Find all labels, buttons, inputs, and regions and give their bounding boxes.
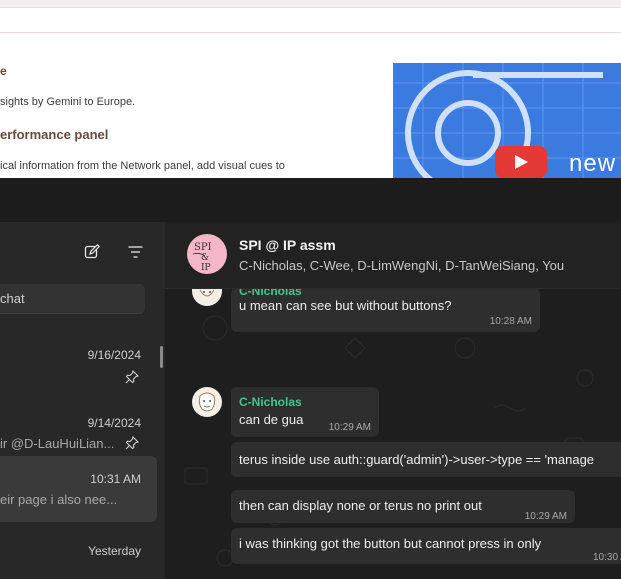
video-title-fragment: new (569, 150, 617, 177)
conversation-panel: SPI & IP SPI @ IP assm C-Nicholas, C-Wee… (165, 222, 621, 579)
browser-page: e sights by Gemini to Europe. erformance… (0, 0, 621, 178)
group-avatar[interactable]: SPI & IP (187, 234, 227, 274)
message-bubble[interactable]: i was thinking got the button but cannot… (231, 528, 621, 564)
chat-preview: ir @D-LauHuiLian... (0, 436, 115, 451)
chat-list-item[interactable]: 9/16/2024 (0, 324, 157, 390)
sidebar-scrollbar[interactable] (160, 346, 163, 368)
message-text: can de gua (239, 412, 304, 427)
message-time: 10:30 A (593, 552, 621, 563)
message-text: i was thinking got the button but cannot… (239, 536, 542, 551)
article-heading-fragment: e (0, 64, 7, 78)
search-input[interactable]: chat (0, 284, 145, 314)
pin-icon (125, 436, 139, 450)
chat-list-item-selected[interactable]: 10:31 AM eir page i also nee... (0, 456, 157, 522)
group-avatar-drawing: SPI & IP (192, 242, 212, 273)
message-bubble[interactable]: C-Nicholas can de gua 10:29 AM (231, 387, 379, 437)
message-text: terus inside use auth::guard('admin')->u… (239, 452, 595, 467)
chat-date: Yesterday (88, 544, 141, 558)
svg-text:SPI: SPI (194, 242, 212, 253)
message-time: 10:28 AM (489, 316, 532, 327)
chat-preview: eir page i also nee... (0, 492, 118, 507)
chat-date: 9/14/2024 (87, 416, 141, 430)
message-sender: C-Nicholas (239, 395, 302, 409)
window-title-bar[interactable] (0, 178, 621, 222)
message-bubble[interactable]: C-Nicholas u mean can see but without bu… (231, 288, 540, 332)
group-name: SPI @ IP assm (239, 237, 336, 253)
message-time: 10:29 AM (328, 422, 371, 433)
article-subheading-fragment: erformance panel (0, 127, 109, 142)
pin-icon (125, 370, 139, 384)
page-divider (0, 32, 621, 33)
sender-avatar-drawing (198, 392, 216, 412)
video-thumbnail[interactable]: new (393, 63, 621, 178)
filter-icon[interactable] (128, 246, 143, 258)
message-bubble[interactable]: terus inside use auth::guard('admin')->u… (231, 442, 621, 477)
conversation-header[interactable]: SPI & IP SPI @ IP assm C-Nicholas, C-Wee… (165, 222, 621, 289)
group-members: C-Nicholas, C-Wee, D-LimWengNi, D-TanWei… (239, 258, 565, 273)
message-text: then can display none or terus no print … (239, 498, 482, 513)
sender-avatar[interactable] (192, 387, 222, 417)
message-text: u mean can see but without buttons? (239, 298, 452, 313)
whatsapp-window: chat 9/16/2024 9/14/2024 ir @D-LauHuiLia… (0, 178, 621, 579)
chat-date: 9/16/2024 (87, 348, 141, 362)
message-list: C-Nicholas u mean can see but without bu… (165, 288, 621, 579)
chat-date: 10:31 AM (90, 472, 141, 486)
chat-list-item[interactable]: Yesterday (0, 522, 157, 579)
article-text-fragment: sights by Gemini to Europe. (0, 96, 136, 108)
message-bubble[interactable]: then can display none or terus no print … (231, 490, 575, 523)
message-sender: C-Nicholas (239, 288, 302, 296)
svg-text:IP: IP (201, 263, 211, 273)
message-time: 10:29 AM (524, 511, 567, 522)
chat-list-sidebar: chat 9/16/2024 9/14/2024 ir @D-LauHuiLia… (0, 222, 165, 579)
browser-top-strip (0, 0, 621, 8)
article-paragraph-fragment: ical information from the Network panel,… (0, 160, 285, 172)
new-chat-icon[interactable] (84, 244, 100, 260)
youtube-play-icon[interactable] (495, 146, 547, 178)
chat-list-item[interactable]: 9/14/2024 ir @D-LauHuiLian... (0, 390, 157, 456)
